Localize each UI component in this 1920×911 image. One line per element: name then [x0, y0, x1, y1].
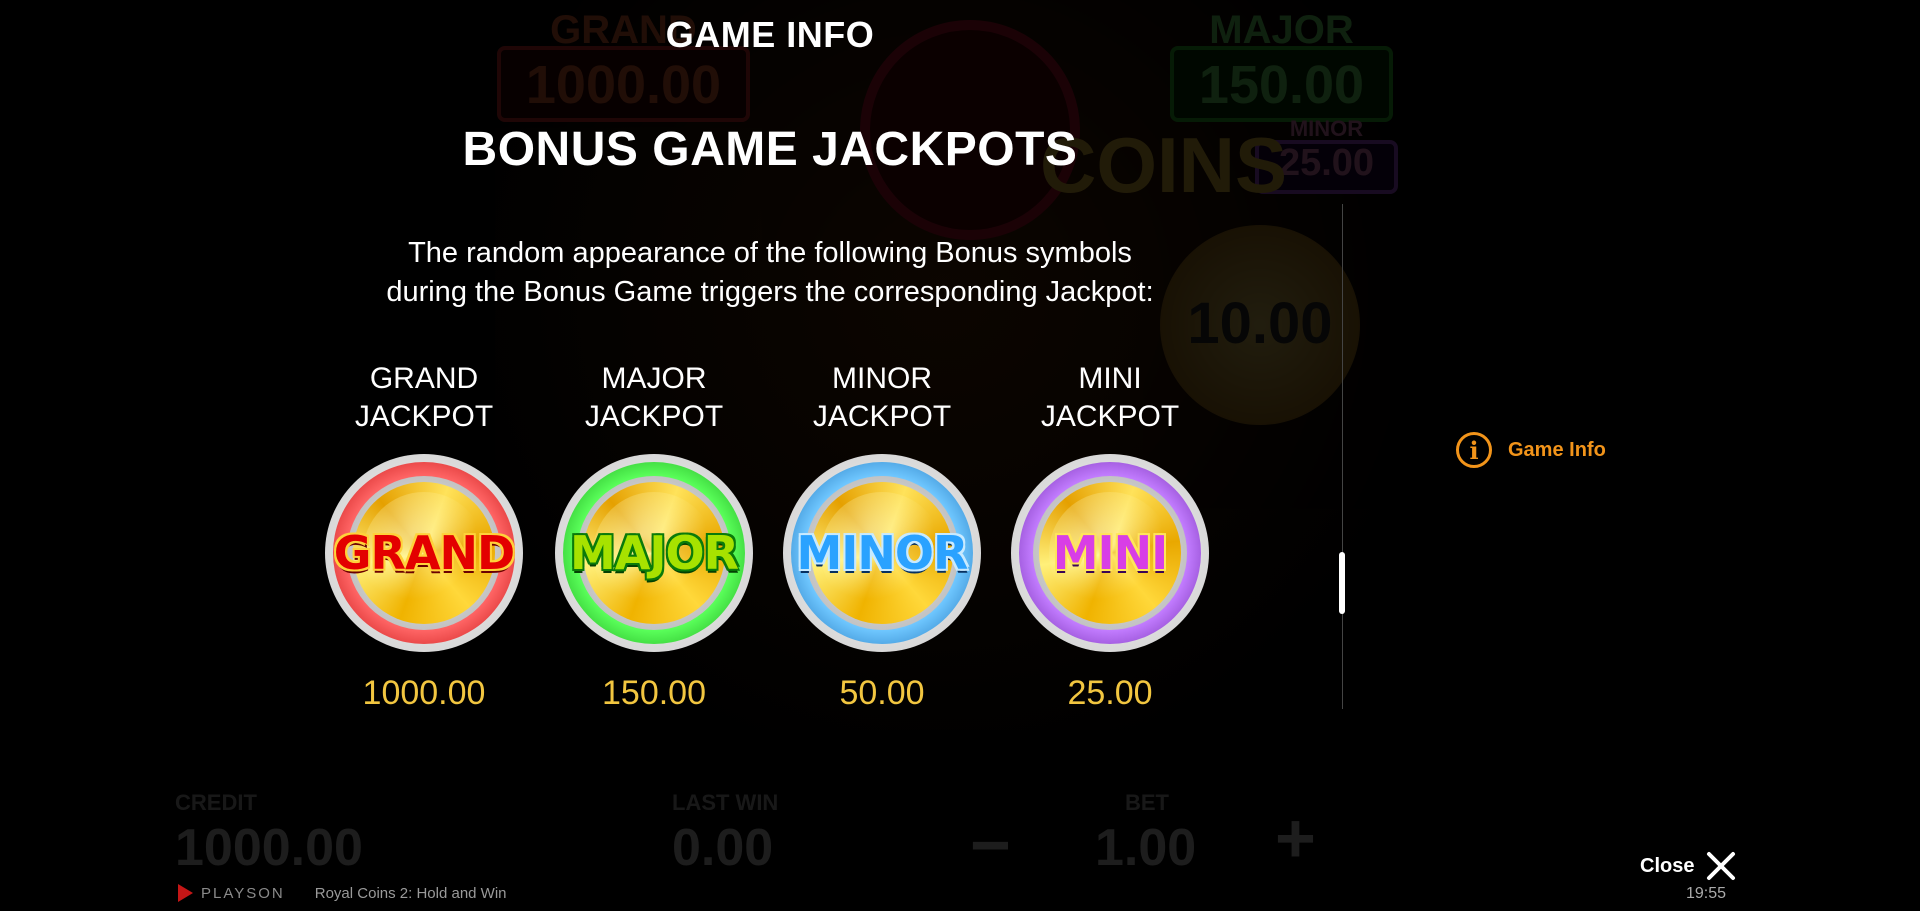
credit-label: CREDIT: [175, 790, 257, 815]
info-icon: i: [1456, 432, 1492, 468]
page-title: GAME INFO: [665, 14, 875, 55]
background-major-jackpot: MAJOR 150.00: [1170, 10, 1393, 122]
mini-coin-label: MINI: [1052, 526, 1169, 580]
section-heading: BONUS GAME JACKPOTS: [462, 123, 1078, 176]
jackpot-value: 50.00: [839, 674, 925, 712]
clock: 19:55: [1686, 885, 1727, 902]
description-line-1: The random appearance of the following B…: [408, 237, 1132, 269]
scrollbar-thumb[interactable]: [1339, 552, 1345, 614]
jackpot-name: GRAND JACKPOT: [354, 362, 494, 433]
section-description: The random appearance of the following B…: [330, 234, 1210, 312]
jackpot-major: MAJOR JACKPOT MAJOR 150.00: [544, 360, 764, 713]
jackpot-mini: MINI JACKPOT MINI 25.00: [1000, 360, 1220, 713]
nav-item-label: Game Info: [1508, 438, 1606, 461]
last-win-label: LAST WIN: [672, 790, 779, 815]
jackpot-value: 1000.00: [362, 674, 486, 712]
brand-name: PLAYSON: [201, 884, 285, 902]
description-line-2: during the Bonus Game triggers the corre…: [386, 276, 1154, 308]
close-button[interactable]: Close: [1640, 848, 1738, 884]
playson-logo-icon: [178, 884, 193, 902]
bet-value: 1.00: [1095, 819, 1197, 877]
last-win-value: 0.00: [672, 819, 774, 877]
jackpot-name: MAJOR JACKPOT: [584, 362, 724, 433]
major-coin-icon: MAJOR: [555, 454, 753, 652]
minor-coin-icon: MINOR: [783, 454, 981, 652]
minor-coin-label: MINOR: [796, 526, 969, 580]
background-grand-jackpot: GRAND 1000.00: [497, 10, 750, 122]
scrollbar-track[interactable]: [1342, 204, 1343, 709]
game-name: Royal Coins 2: Hold and Win: [314, 884, 507, 902]
grand-coin-icon: GRAND: [325, 454, 523, 652]
game-info-screen: GRAND 1000.00 MAJOR 150.00 MINOR 25.00 C…: [0, 0, 1920, 911]
footer: PLAYSON Royal Coins 2: Hold and Win: [178, 884, 507, 902]
jackpot-value: 150.00: [602, 674, 706, 712]
close-label: Close: [1640, 854, 1695, 877]
close-icon: [1704, 849, 1738, 883]
jackpot-grand: GRAND JACKPOT GRAND 1000.00: [314, 360, 534, 713]
jackpot-name: MINOR JACKPOT: [812, 362, 952, 433]
bet-increase-button: +: [1275, 799, 1316, 877]
jackpot-minor: MINOR JACKPOT MINOR 50.00: [772, 360, 992, 713]
jackpot-name: MINI JACKPOT: [1040, 362, 1180, 433]
grand-coin-label: GRAND: [333, 526, 515, 580]
jackpot-value: 25.00: [1067, 674, 1153, 712]
bet-label: BET: [1125, 790, 1169, 815]
major-coin-label: MAJOR: [569, 526, 739, 580]
mini-coin-icon: MINI: [1011, 454, 1209, 652]
nav-item-game-info[interactable]: i Game Info: [1456, 428, 1606, 472]
credit-value: 1000.00: [175, 819, 363, 877]
bet-decrease-button: −: [970, 806, 1011, 884]
